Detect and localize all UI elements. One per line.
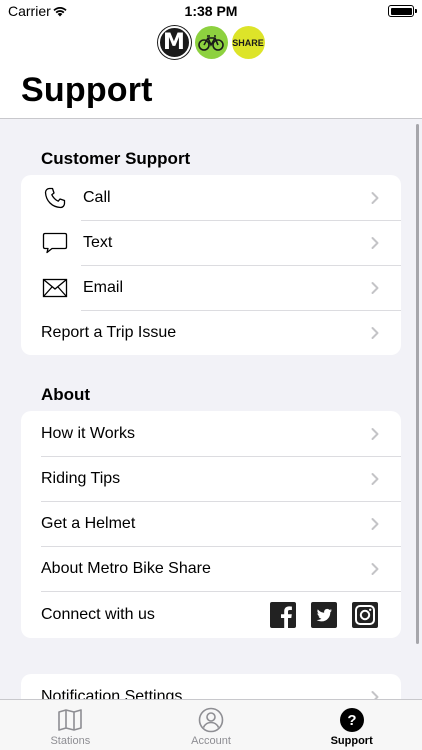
- metro-logo: M: [157, 26, 191, 59]
- chevron-right-icon: [371, 562, 379, 575]
- chevron-right-icon: [371, 191, 379, 204]
- share-logo-label: SHARE: [232, 37, 264, 48]
- notification-settings-label: Notification Settings: [41, 687, 183, 700]
- social-links: [270, 601, 378, 628]
- settings-group: Notification Settings: [21, 674, 401, 699]
- svg-text:?: ?: [347, 712, 356, 729]
- envelope-icon: [41, 274, 69, 302]
- tab-account-label: Account: [191, 735, 231, 747]
- notification-settings-row[interactable]: Notification Settings: [21, 674, 401, 699]
- text-row[interactable]: Text: [21, 220, 401, 265]
- metro-logo-letter: M: [163, 30, 185, 55]
- get-a-helmet-label: Get a Helmet: [41, 514, 136, 532]
- how-it-works-label: How it Works: [41, 424, 135, 442]
- chevron-right-icon: [371, 472, 379, 485]
- get-a-helmet-row[interactable]: Get a Helmet: [21, 501, 401, 546]
- report-trip-issue-label: Report a Trip Issue: [41, 323, 177, 341]
- chevron-right-icon: [371, 690, 379, 699]
- chevron-right-icon: [371, 281, 379, 294]
- customer-support-group: Call Text Email Report a Trip Issue: [21, 175, 401, 355]
- connect-with-us-label: Connect with us: [41, 605, 155, 623]
- tab-stations[interactable]: Stations: [0, 700, 141, 750]
- scroll-indicator[interactable]: [416, 124, 419, 644]
- page-title: Support: [21, 71, 153, 109]
- support-list[interactable]: Customer Support Call Text Email Report …: [0, 119, 422, 699]
- about-metro-bike-share-label: About Metro Bike Share: [41, 559, 211, 577]
- person-icon: [198, 707, 224, 733]
- share-logo: SHARE: [231, 26, 265, 59]
- email-label: Email: [83, 278, 124, 296]
- phone-icon: [41, 184, 69, 212]
- tab-support[interactable]: ? Support: [281, 700, 422, 750]
- bike-logo: [194, 26, 228, 59]
- tab-stations-label: Stations: [50, 735, 91, 747]
- chevron-right-icon: [371, 427, 379, 440]
- about-group: How it Works Riding Tips Get a Helmet Ab…: [21, 411, 401, 638]
- status-bar: Carrier 1:38 PM: [0, 0, 422, 24]
- text-label: Text: [83, 233, 113, 251]
- about-metro-bike-share-row[interactable]: About Metro Bike Share: [21, 546, 401, 591]
- tab-support-label: Support: [330, 735, 373, 747]
- report-trip-issue-row[interactable]: Report a Trip Issue: [21, 310, 401, 355]
- tab-bar: Stations Account ? Support: [0, 699, 422, 750]
- chevron-right-icon: [371, 517, 379, 530]
- section-header-about: About: [41, 385, 91, 404]
- battery-icon: [388, 5, 417, 17]
- section-header-customer-support: Customer Support: [41, 149, 191, 168]
- speech-bubble-icon: [41, 229, 69, 257]
- facebook-icon[interactable]: [270, 601, 296, 628]
- how-it-works-row[interactable]: How it Works: [21, 411, 401, 456]
- chevron-right-icon: [371, 236, 379, 249]
- riding-tips-row[interactable]: Riding Tips: [21, 456, 401, 501]
- question-icon: ?: [339, 707, 365, 733]
- status-time: 1:38 PM: [184, 3, 238, 19]
- call-row[interactable]: Call: [21, 175, 401, 220]
- bicycle-icon: [198, 34, 224, 51]
- riding-tips-label: Riding Tips: [41, 469, 121, 487]
- chevron-right-icon: [371, 326, 379, 339]
- call-label: Call: [83, 188, 111, 206]
- instagram-icon[interactable]: [352, 601, 378, 628]
- twitter-icon[interactable]: [311, 601, 337, 628]
- email-row[interactable]: Email: [21, 265, 401, 310]
- connect-with-us-row: Connect with us: [21, 591, 401, 638]
- navigation-header: M SHARE Support: [0, 24, 422, 119]
- map-icon: [57, 707, 83, 733]
- tab-account[interactable]: Account: [141, 700, 282, 750]
- brand-logos: M SHARE: [0, 26, 422, 60]
